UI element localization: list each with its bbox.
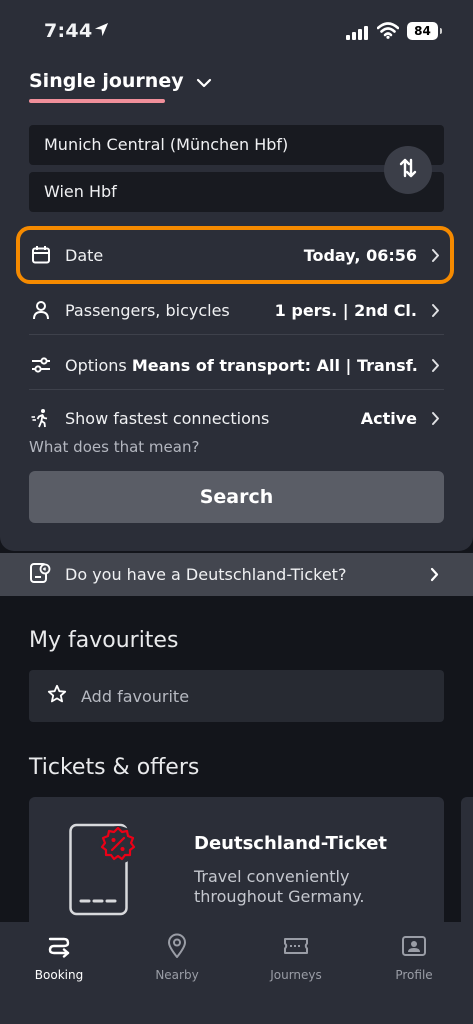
profile-icon: [355, 932, 473, 960]
person-icon: [29, 298, 53, 322]
tab-journeys-label: Journeys: [270, 968, 322, 982]
to-station-field[interactable]: Wien Hbf: [29, 172, 444, 212]
status-bar: 7:44 84: [0, 0, 473, 64]
fastest-help-link[interactable]: What does that mean?: [29, 438, 199, 456]
tab-booking-label: Booking: [34, 968, 84, 982]
phone-ticket-illustration-icon: [69, 821, 141, 920]
journey-type-label: Single journey: [29, 70, 184, 92]
deutschland-ticket-card[interactable]: Deutschland-Ticket Travel conveniently t…: [29, 797, 444, 937]
passengers-row[interactable]: Passengers, bicycles 1 pers. | 2nd Cl.: [29, 288, 444, 332]
status-time: 7:44: [44, 20, 93, 42]
tab-journeys[interactable]: Journeys: [237, 932, 355, 992]
wifi-icon: [376, 22, 400, 43]
fastest-value: Active: [360, 408, 417, 428]
tickets-offers-title: Tickets & offers: [29, 755, 200, 780]
ticket-badge-icon: [29, 562, 51, 588]
options-summary: Options Means of transport: All | Transf…: [65, 356, 417, 375]
swap-stations-button[interactable]: [384, 146, 432, 194]
add-favourite-button[interactable]: Add favourite: [29, 670, 444, 722]
swap-arrows-icon: [398, 157, 418, 183]
journey-type-selector[interactable]: Single journey: [29, 70, 212, 92]
sliders-icon: [29, 353, 53, 377]
favourites-title: My favourites: [29, 628, 179, 653]
offer-card-title: Deutschland-Ticket: [194, 833, 388, 854]
star-icon: [47, 684, 67, 708]
chevron-right-icon: [430, 567, 439, 586]
from-station-field[interactable]: Munich Central (München Hbf): [29, 125, 444, 165]
deutschland-ticket-banner-text: Do you have a Deutschland-Ticket?: [65, 565, 347, 584]
location-arrow-icon: [94, 22, 109, 41]
options-value: Means of transport: All | Transf...: [131, 355, 417, 375]
passengers-label: Passengers, bicycles: [65, 300, 230, 320]
divider: [29, 334, 444, 335]
options-row[interactable]: Options Means of transport: All | Transf…: [29, 343, 444, 387]
route-icon: [0, 932, 118, 960]
tab-nearby-label: Nearby: [155, 968, 199, 982]
passengers-value: 1 pers. | 2nd Cl.: [274, 300, 417, 320]
running-person-icon: [29, 406, 53, 430]
chevron-right-icon: [431, 303, 440, 318]
fastest-label: Show fastest connections: [65, 408, 270, 428]
battery-indicator: 84: [407, 22, 442, 40]
location-pin-icon: [118, 932, 236, 960]
ticket-icon: [237, 932, 355, 960]
offer-card-description: Travel conveniently throughout Germany.: [194, 867, 365, 906]
bottom-tab-bar: Booking Nearby Journeys Profile: [0, 922, 473, 1024]
tab-nearby[interactable]: Nearby: [118, 932, 236, 992]
signal-icon: [346, 25, 370, 44]
next-offer-card[interactable]: [461, 797, 473, 937]
tab-profile-label: Profile: [395, 968, 433, 982]
chevron-right-icon: [431, 411, 440, 426]
deutschland-ticket-banner[interactable]: Do you have a Deutschland-Ticket?: [0, 553, 473, 596]
chevron-right-icon: [431, 358, 440, 373]
journey-type-underline: [29, 99, 165, 103]
fastest-connections-row[interactable]: Show fastest connections Active: [29, 396, 444, 440]
tab-profile[interactable]: Profile: [355, 932, 473, 992]
search-button[interactable]: Search: [29, 471, 444, 523]
tab-booking[interactable]: Booking: [0, 932, 118, 992]
add-favourite-label: Add favourite: [81, 686, 190, 706]
date-row-highlight: [16, 226, 454, 284]
chevron-down-icon: [196, 73, 212, 92]
options-label: Options: [65, 355, 127, 375]
divider: [29, 389, 444, 390]
